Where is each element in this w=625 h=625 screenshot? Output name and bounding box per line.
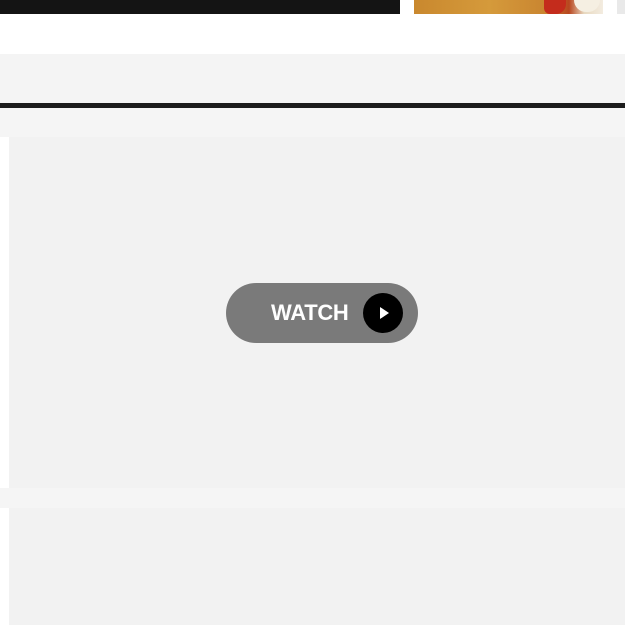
watch-label: WATCH [271,300,349,325]
play-icon[interactable] [363,293,403,333]
content-placeholder [9,508,625,625]
thumbnail-detail [544,0,566,14]
left-gutter [0,137,9,488]
play-triangle [380,307,389,319]
section-spacer [0,488,625,508]
header-placeholder [0,54,625,104]
left-gutter [0,508,9,625]
next-thumbnail-edge[interactable] [617,0,625,14]
watch-button[interactable]: WATCH [226,283,418,343]
top-food-thumbnail[interactable] [414,0,603,14]
top-dark-banner [0,0,400,14]
page: WATCH [0,0,625,625]
section-spacer [0,108,625,137]
thumbnail-detail [574,0,600,12]
